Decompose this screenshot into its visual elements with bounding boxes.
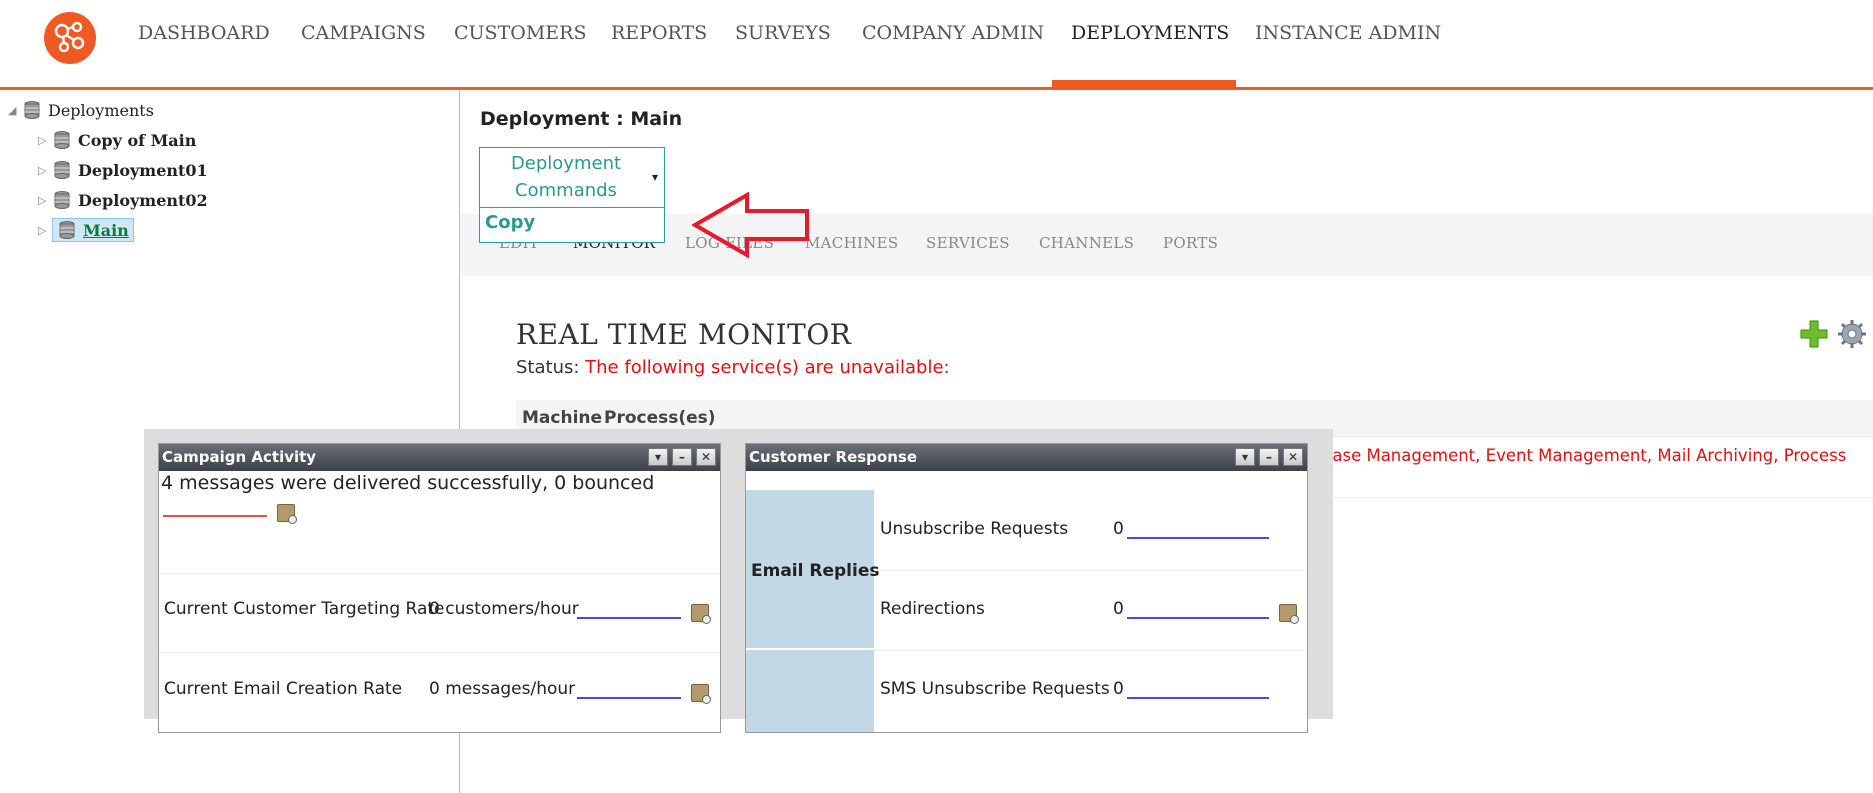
metric-value: 0 bbox=[1113, 519, 1124, 539]
selected-node[interactable]: Main bbox=[52, 218, 134, 242]
status-text: The following service(s) are unavailable… bbox=[585, 357, 950, 378]
metric-label: SMS Unsubscribe Requests bbox=[880, 679, 1110, 699]
tab-services[interactable]: SERVICES bbox=[926, 234, 1010, 252]
database-icon bbox=[57, 220, 75, 240]
metric-label: Current Email Creation Rate bbox=[164, 679, 403, 699]
metric-label: Redirections bbox=[880, 599, 985, 619]
sparkline bbox=[1127, 697, 1269, 699]
tree-item-deployment01[interactable]: ▷ Deployment01 bbox=[38, 157, 208, 183]
nav-surveys[interactable]: SURVEYS bbox=[735, 22, 831, 44]
dropdown-item-copy[interactable]: Copy bbox=[485, 212, 535, 233]
deployment-commands-dropdown[interactable]: Deployment Commands ▾ Copy bbox=[479, 147, 665, 243]
expand-icon[interactable]: ▷ bbox=[38, 224, 52, 237]
nav-dashboard[interactable]: DASHBOARD bbox=[138, 22, 270, 44]
nav-instance-admin[interactable]: INSTANCE ADMIN bbox=[1255, 22, 1441, 44]
metric-label: Unsubscribe Requests bbox=[880, 519, 1069, 539]
top-navigation-bar: DASHBOARD CAMPAIGNS CUSTOMERS REPORTS SU… bbox=[0, 0, 1873, 90]
tree-label: Deployments bbox=[48, 100, 154, 120]
monitor-title: REAL TIME MONITOR bbox=[516, 318, 852, 351]
database-icon bbox=[52, 190, 70, 210]
expand-icon[interactable]: ▷ bbox=[38, 164, 52, 177]
minimize-icon[interactable]: – bbox=[1259, 448, 1279, 466]
report-icon[interactable] bbox=[277, 504, 297, 524]
close-icon[interactable]: ✕ bbox=[1283, 448, 1303, 466]
tab-ports[interactable]: PORTS bbox=[1163, 234, 1218, 252]
tab-machines[interactable]: MACHINES bbox=[805, 234, 898, 252]
expand-icon[interactable]: ▷ bbox=[38, 194, 52, 207]
widget-header: Customer Response ▾ – ✕ bbox=[746, 444, 1307, 471]
status-line: Status: The following service(s) are una… bbox=[516, 357, 950, 378]
chevron-down-icon[interactable]: ▾ bbox=[652, 170, 658, 184]
tab-channels[interactable]: CHANNELS bbox=[1039, 234, 1134, 252]
tree-label: Main bbox=[83, 220, 129, 240]
nav-deployments[interactable]: DEPLOYMENTS bbox=[1071, 22, 1229, 44]
campaign-activity-widget: Campaign Activity ▾ – ✕ 4 messages were … bbox=[158, 443, 721, 733]
database-icon bbox=[52, 130, 70, 150]
report-icon[interactable] bbox=[691, 684, 711, 704]
report-icon[interactable] bbox=[691, 604, 711, 624]
minimize-icon[interactable]: – bbox=[672, 448, 692, 466]
delivery-summary: 4 messages were delivered successfully, … bbox=[161, 472, 655, 494]
status-label: Status: bbox=[516, 357, 580, 378]
nav-campaigns[interactable]: CAMPAIGNS bbox=[301, 22, 426, 44]
metric-label: Current Customer Targeting Rate bbox=[164, 599, 445, 619]
tree-item-deployment02[interactable]: ▷ Deployment02 bbox=[38, 187, 208, 213]
metric-value: 0 bbox=[1113, 599, 1124, 619]
row-divider bbox=[159, 652, 720, 653]
tree-label: Deployment02 bbox=[78, 190, 208, 210]
expand-icon[interactable]: ▷ bbox=[38, 134, 52, 147]
widget-header: Campaign Activity ▾ – ✕ bbox=[159, 444, 720, 471]
app-logo[interactable] bbox=[44, 12, 96, 64]
widget-title: Customer Response bbox=[749, 448, 917, 466]
report-icon[interactable] bbox=[1279, 604, 1299, 624]
close-icon[interactable]: ✕ bbox=[696, 448, 716, 466]
nav-reports[interactable]: REPORTS bbox=[611, 22, 707, 44]
dashboard-area: Campaign Activity ▾ – ✕ 4 messages were … bbox=[144, 429, 1333, 733]
row-divider bbox=[159, 573, 720, 574]
tree-label: Copy of Main bbox=[78, 130, 197, 150]
tree-item-copy-of-main[interactable]: ▷ Copy of Main bbox=[38, 127, 196, 153]
dropdown-divider bbox=[480, 207, 664, 208]
chevron-down-icon[interactable]: ▾ bbox=[1235, 448, 1255, 466]
sparkline bbox=[1127, 537, 1269, 539]
sms-group bbox=[746, 650, 874, 732]
add-icon[interactable] bbox=[1799, 319, 1829, 349]
annotation-arrow-icon bbox=[692, 192, 809, 258]
widget-title: Campaign Activity bbox=[162, 448, 317, 466]
tree-root-deployments[interactable]: ◢ Deployments bbox=[8, 97, 154, 123]
page-title: Deployment : Main bbox=[480, 108, 683, 130]
nav-company-admin[interactable]: COMPANY ADMIN bbox=[862, 22, 1044, 44]
sparkline bbox=[577, 697, 681, 699]
tree-item-main[interactable]: ▷ Main bbox=[38, 217, 134, 243]
database-icon bbox=[52, 160, 70, 180]
active-nav-indicator bbox=[1052, 80, 1236, 90]
dropdown-label[interactable]: Deployment Commands bbox=[480, 150, 652, 204]
group-label: Email Replies bbox=[751, 561, 880, 581]
collapse-icon[interactable]: ◢ bbox=[8, 104, 22, 117]
column-header-machine: Machine bbox=[522, 408, 603, 428]
gear-icon[interactable] bbox=[1837, 319, 1867, 349]
database-icon bbox=[22, 100, 40, 120]
tree-label: Deployment01 bbox=[78, 160, 208, 180]
row-divider bbox=[874, 570, 1307, 571]
column-header-processes: Process(es) bbox=[604, 408, 716, 428]
nav-customers[interactable]: CUSTOMERS bbox=[454, 22, 586, 44]
metric-value: 0 messages/hour bbox=[429, 679, 576, 699]
row-divider bbox=[874, 650, 1307, 651]
sparkline bbox=[163, 515, 267, 517]
sparkline bbox=[1127, 617, 1269, 619]
sparkline bbox=[577, 617, 681, 619]
metric-value: 0 bbox=[1113, 679, 1124, 699]
tab-bar: EDIT MONITOR LOG FILES MACHINES SERVICES… bbox=[461, 214, 1873, 276]
chevron-down-icon[interactable]: ▾ bbox=[648, 448, 668, 466]
customer-response-widget: Customer Response ▾ – ✕ Email Replies Un… bbox=[745, 443, 1308, 733]
metric-value: 0 customers/hour bbox=[429, 599, 579, 619]
